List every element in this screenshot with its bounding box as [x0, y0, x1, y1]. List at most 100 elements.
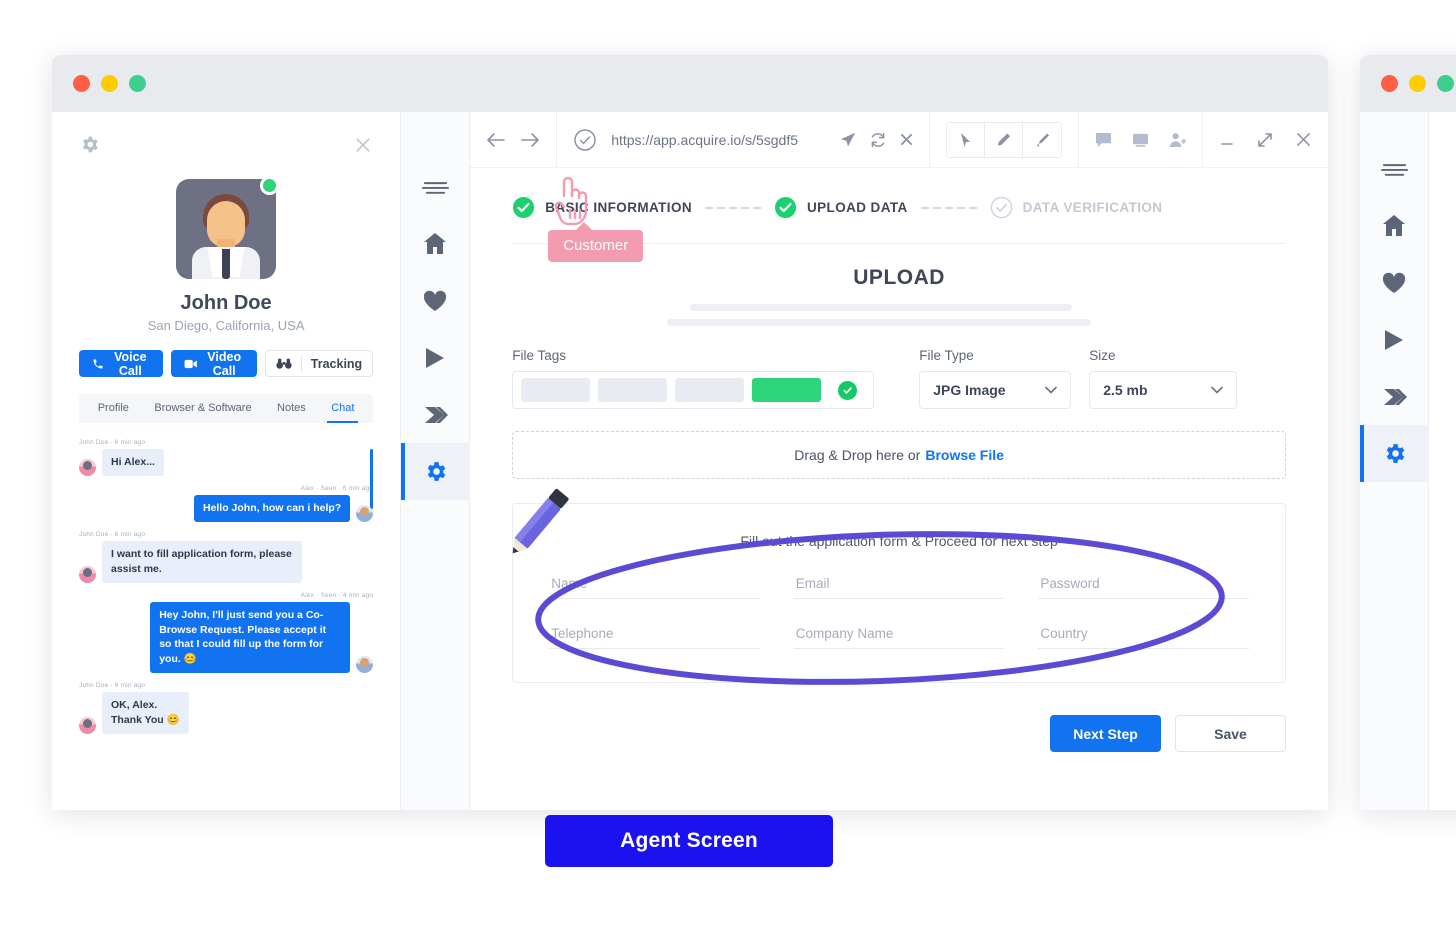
- password-field[interactable]: [1038, 573, 1249, 599]
- rail-item-menu[interactable]: [1360, 140, 1429, 197]
- email-field[interactable]: [793, 573, 1005, 599]
- rail-item-home[interactable]: [1360, 197, 1429, 254]
- tab-chat[interactable]: Chat: [327, 394, 359, 423]
- nav-rail: [400, 112, 471, 810]
- chat-message: Alex · Seen · 4 min ago Hey John, I'll j…: [79, 592, 374, 674]
- brush-icon[interactable]: [1023, 123, 1061, 157]
- screen-share-icon[interactable]: [1132, 132, 1149, 148]
- tracking-button[interactable]: Tracking: [264, 350, 374, 377]
- customer-avatar-small: [79, 565, 96, 583]
- expand-icon[interactable]: [1257, 132, 1273, 148]
- video-call-label: Video Call: [207, 349, 242, 378]
- minimize-icon[interactable]: [1219, 132, 1235, 148]
- rail-item-settings[interactable]: [1360, 425, 1429, 482]
- annotation-tools: [930, 112, 1078, 168]
- customer-location: San Diego, California, USA: [147, 318, 305, 333]
- tag-icon: [423, 404, 448, 426]
- chat-scrollbar[interactable]: [370, 449, 374, 509]
- rail-item-home[interactable]: [401, 215, 470, 272]
- application-form-card: Fill out the application form & Proceed …: [512, 503, 1286, 683]
- check-circle-icon: [838, 380, 858, 400]
- window-minimize-button[interactable]: [1409, 75, 1426, 92]
- step-upload-data[interactable]: UPLOAD DATA: [774, 196, 908, 219]
- send-icon[interactable]: [840, 132, 856, 148]
- arrow-right-icon[interactable]: [520, 132, 540, 148]
- rail-item-favorites[interactable]: [1360, 254, 1429, 311]
- cursor-arrow-icon[interactable]: [947, 122, 985, 157]
- check-circle-icon: [512, 196, 535, 219]
- window-maximize-button[interactable]: [129, 75, 146, 92]
- size-value: 2.5 mb: [1103, 382, 1148, 398]
- rail-item-tags[interactable]: [401, 386, 470, 443]
- file-tags-input[interactable]: [512, 371, 875, 409]
- chat-bubble-icon[interactable]: [1095, 132, 1112, 148]
- rail-item-menu[interactable]: [401, 158, 470, 215]
- upload-meta-row: File Tags File Type JPG Image Size 2.5 m…: [512, 348, 1286, 409]
- tab-notes[interactable]: Notes: [273, 394, 310, 423]
- name-field[interactable]: [549, 573, 760, 599]
- company-name-field[interactable]: [793, 623, 1005, 649]
- step-basic-information[interactable]: BASIC INFORMATION: [512, 196, 692, 219]
- customer-panel-header: [79, 112, 373, 161]
- address-bar[interactable]: https://app.acquire.io/s/5sgdf5: [557, 112, 929, 168]
- window-minimize-button[interactable]: [101, 75, 118, 92]
- screenshot-root: John Doe San Diego, California, USA Voic…: [0, 0, 1456, 942]
- tag-chip[interactable]: [598, 378, 668, 402]
- placeholder-bar: [690, 304, 1073, 311]
- binoculars-icon: [276, 358, 292, 370]
- phone-icon: [92, 358, 104, 370]
- size-label: Size: [1089, 348, 1116, 363]
- add-person-icon[interactable]: [1169, 132, 1186, 148]
- size-select[interactable]: 2.5 mb: [1089, 371, 1238, 409]
- form-hint: Fill out the application form & Proceed …: [740, 533, 1058, 549]
- rail-item-tags[interactable]: [1360, 368, 1429, 425]
- country-field[interactable]: [1038, 623, 1249, 649]
- video-call-button[interactable]: Video Call: [170, 349, 257, 378]
- tab-browser-software[interactable]: Browser & Software: [150, 394, 255, 423]
- next-step-button[interactable]: Next Step: [1050, 715, 1161, 752]
- gear-icon[interactable]: [79, 134, 100, 155]
- window-close-button[interactable]: [1381, 75, 1398, 92]
- rail-item-play[interactable]: [1360, 311, 1429, 368]
- telephone-field[interactable]: [549, 623, 760, 649]
- tag-chip-selected[interactable]: [752, 378, 822, 402]
- chat-thread: John Doe - 6 min ago Hi Alex... Alex · S…: [79, 439, 374, 769]
- pencil-icon[interactable]: [985, 122, 1023, 157]
- file-type-select[interactable]: JPG Image: [919, 371, 1072, 409]
- close-icon[interactable]: [1295, 131, 1312, 148]
- window-close-button[interactable]: [73, 75, 90, 92]
- page-content: BASIC INFORMATION UPLOAD DATA DATA VERIF…: [470, 168, 1328, 810]
- message-text: I want to fill application form, please …: [102, 540, 302, 583]
- play-icon: [425, 347, 445, 369]
- message-meta: John Doe - 6 min ago: [79, 530, 146, 538]
- rail-item-favorites[interactable]: [401, 272, 470, 329]
- tag-icon: [1382, 386, 1407, 408]
- customer-avatar-small: [79, 717, 96, 735]
- chat-message: John Doe - 6 min ago OK, Alex. Thank You…: [79, 682, 373, 735]
- form-fields: [513, 549, 1285, 649]
- voice-call-button[interactable]: Voice Call: [79, 350, 163, 378]
- agent-avatar-small: [356, 656, 374, 674]
- close-icon[interactable]: [353, 135, 373, 155]
- file-tags-label: File Tags: [512, 348, 566, 363]
- customer-avatar-small: [79, 458, 96, 476]
- save-button[interactable]: Save: [1175, 715, 1286, 752]
- nav-buttons: [470, 112, 556, 168]
- arrow-left-icon[interactable]: [486, 132, 506, 148]
- placeholder-bar: [667, 319, 1092, 326]
- rail-item-play[interactable]: [401, 329, 470, 386]
- tab-profile[interactable]: Profile: [94, 394, 133, 423]
- refresh-icon[interactable]: [870, 132, 886, 148]
- rail-item-settings[interactable]: [400, 443, 470, 500]
- tag-chip[interactable]: [675, 378, 745, 402]
- verified-check-icon: [573, 128, 597, 152]
- file-dropzone[interactable]: Drag & Drop here or Browse File: [512, 431, 1286, 479]
- window-maximize-button[interactable]: [1437, 75, 1454, 92]
- browse-file-link[interactable]: Browse File: [925, 447, 1004, 463]
- tag-chip[interactable]: [521, 378, 591, 402]
- form-actions: Next Step Save: [512, 715, 1286, 752]
- customer-name: John Doe: [180, 292, 272, 314]
- step-data-verification[interactable]: DATA VERIFICATION: [990, 196, 1163, 219]
- close-icon[interactable]: [900, 133, 913, 146]
- chat-message: John Doe - 6 min ago Hi Alex...: [79, 439, 373, 476]
